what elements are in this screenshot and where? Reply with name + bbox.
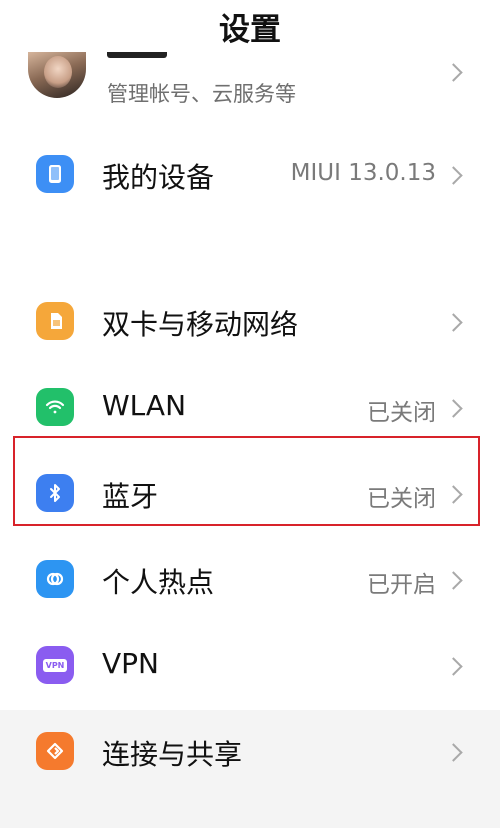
phone-icon [36, 155, 74, 193]
wifi-icon [36, 388, 74, 426]
row-label: 双卡与移动网络 [102, 308, 299, 341]
row-label: VPN [102, 647, 159, 680]
settings-row-hotspot[interactable]: 个人热点 已开启 [0, 536, 500, 622]
row-value: 已关闭 [367, 400, 436, 426]
row-label: 个人热点 [102, 566, 215, 599]
chevron-right-icon [444, 657, 463, 676]
vpn-icon: VPN [36, 646, 74, 684]
highlight-box [13, 436, 480, 526]
hotspot-icon [36, 560, 74, 598]
account-subtitle: 管理帐号、云服务等 [107, 82, 296, 106]
row-label: 连接与共享 [102, 738, 243, 771]
chevron-right-icon [444, 743, 463, 762]
vpn-icon-text: VPN [42, 658, 68, 672]
chevron-right-icon [444, 313, 463, 332]
chevron-right-icon [444, 571, 463, 590]
row-label: WLAN [102, 389, 187, 422]
page-title: 设置 [219, 11, 281, 48]
sim-card-icon [36, 302, 74, 340]
chevron-right-icon [444, 399, 463, 418]
row-label: 我的设备 [102, 161, 215, 194]
settings-row-sim-network[interactable]: 双卡与移动网络 [0, 278, 500, 364]
chevron-right-icon [444, 166, 463, 185]
connection-share-icon [36, 732, 74, 770]
row-value: MIUI 13.0.13 [290, 160, 436, 186]
settings-row-connection-share[interactable]: 连接与共享 [0, 708, 500, 794]
settings-row-vpn[interactable]: VPN VPN [0, 622, 500, 708]
row-value: 已开启 [367, 572, 436, 598]
account-name-partial [107, 52, 167, 58]
settings-row-my-device[interactable]: 我的设备 MIUI 13.0.13 [0, 131, 500, 217]
